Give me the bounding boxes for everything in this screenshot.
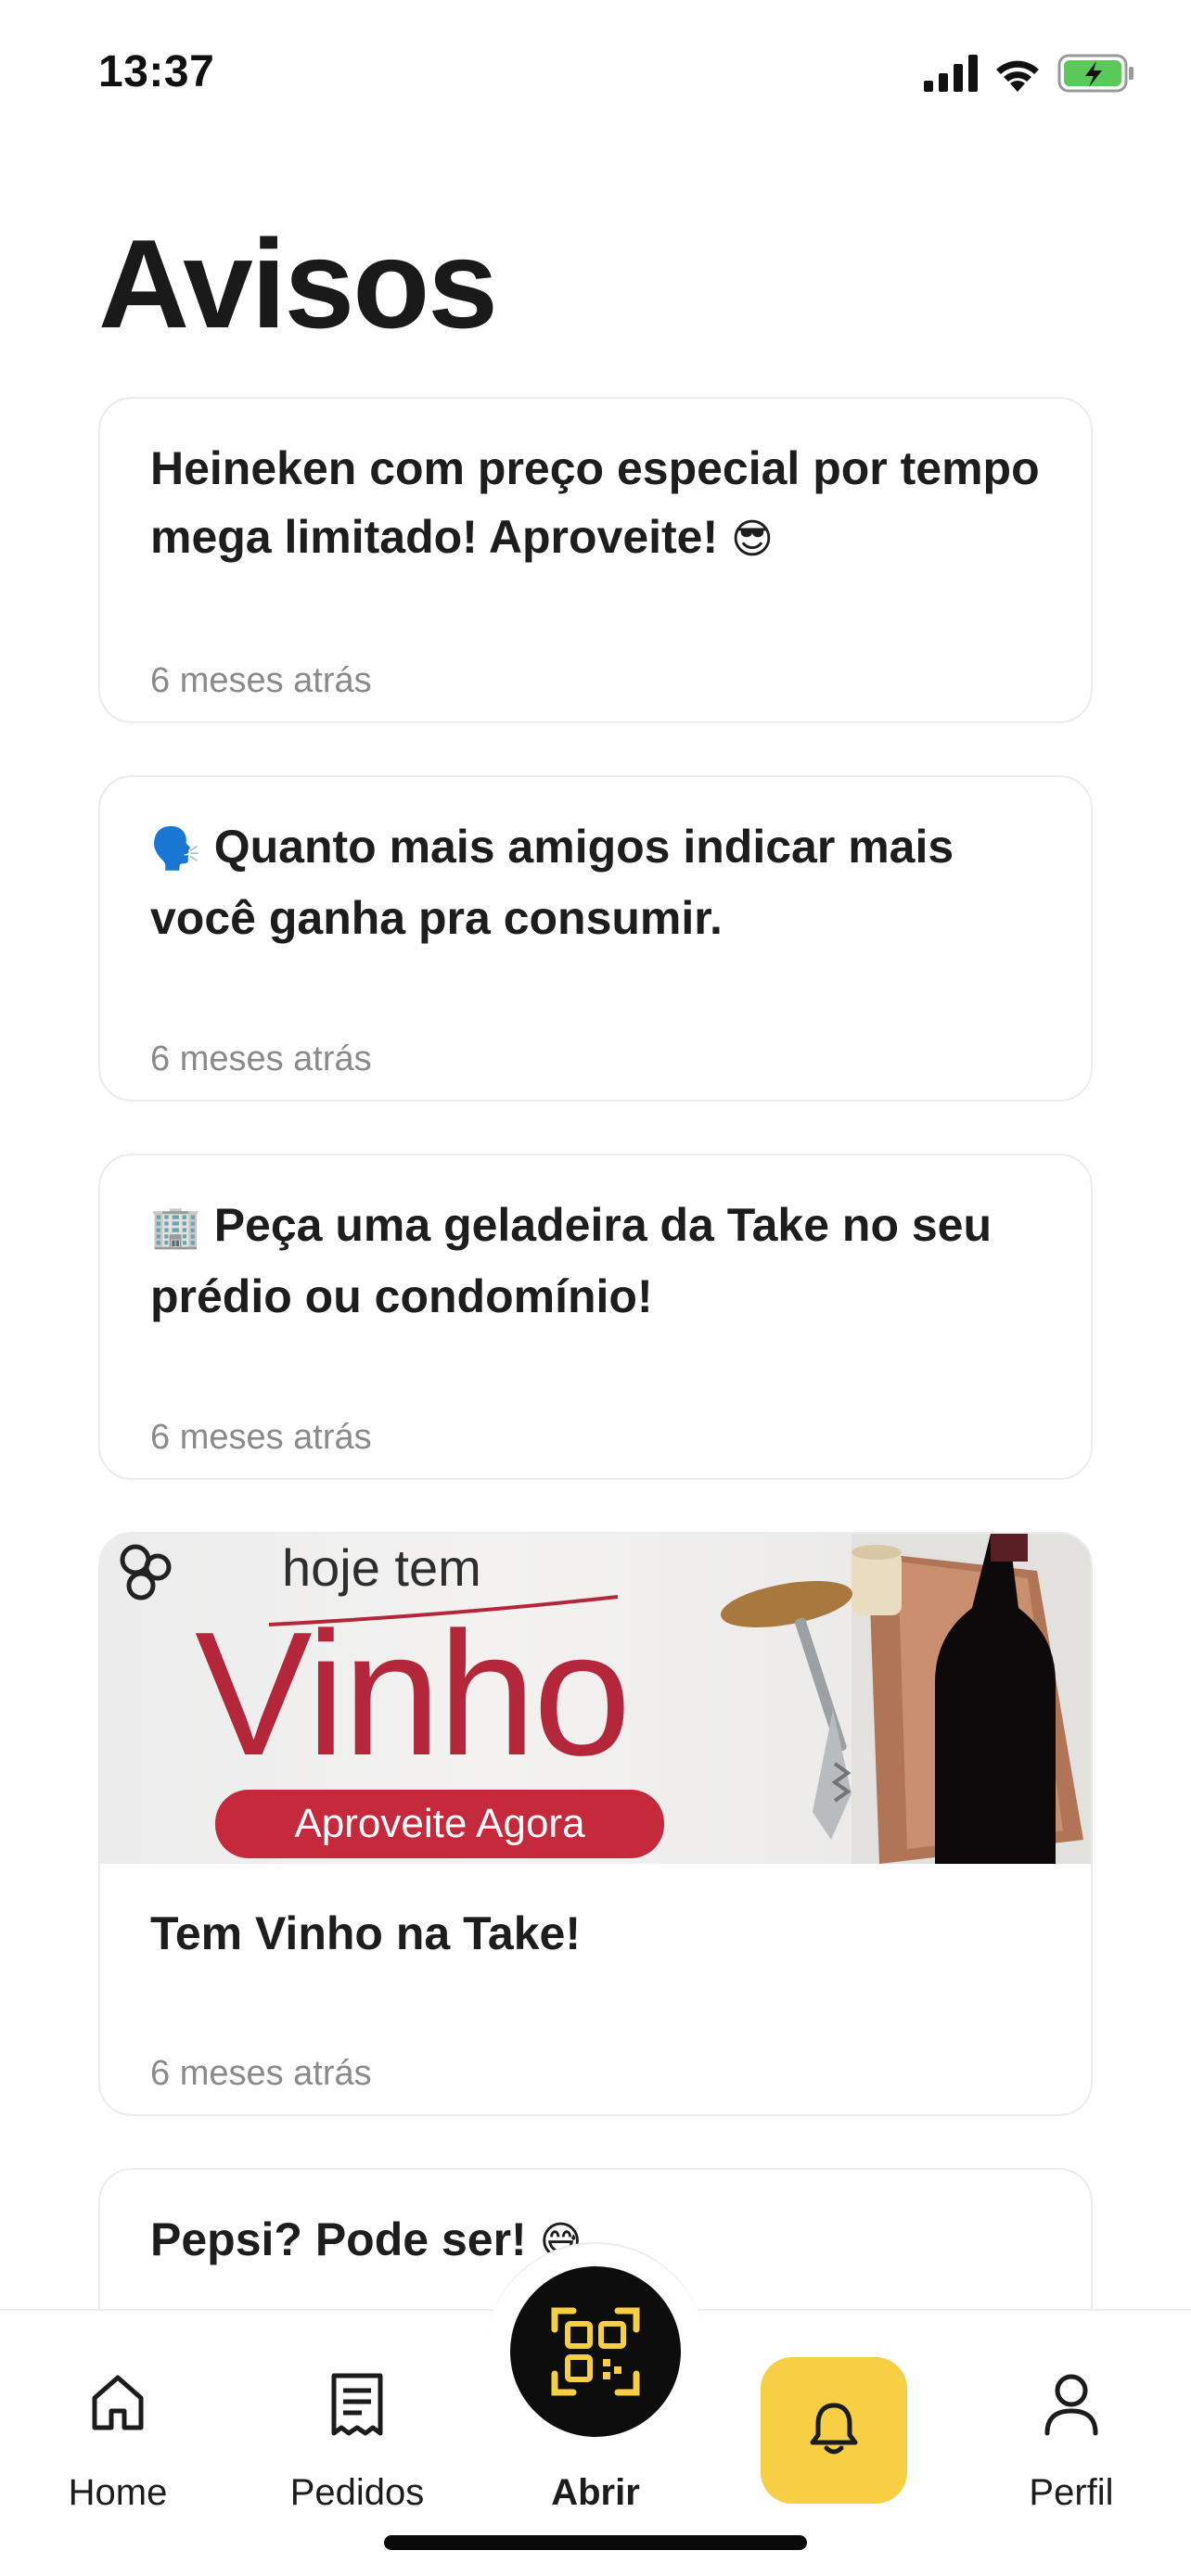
notices-feed[interactable]: Heineken com preço especial por tempo me… bbox=[98, 397, 1093, 2378]
notice-card-with-banner[interactable]: hoje tem Vinho Aproveite Agora Tem Vinho… bbox=[98, 1532, 1093, 2116]
notice-card[interactable]: 🗣️ Quanto mais amigos indicar mais você … bbox=[98, 775, 1093, 1102]
home-indicator[interactable] bbox=[384, 2535, 807, 2550]
person-icon bbox=[1044, 2374, 1098, 2436]
notice-time: 6 meses atrás bbox=[150, 1418, 372, 1457]
banner-cta: Aproveite Agora bbox=[215, 1790, 664, 1858]
notice-time: 6 meses atrás bbox=[150, 2054, 372, 2093]
notice-title: 🗣️ Quanto mais amigos indicar mais você … bbox=[150, 821, 954, 944]
nav-home-label: Home bbox=[68, 2472, 168, 2513]
bell-icon bbox=[810, 2403, 858, 2455]
page-title: Avisos bbox=[98, 213, 498, 354]
notice-time: 6 meses atrás bbox=[150, 1039, 372, 1078]
banner-subtitle: hoje tem bbox=[282, 1538, 481, 1597]
wifi-icon bbox=[996, 60, 1039, 92]
sunglasses-emoji: 😎 bbox=[731, 516, 774, 563]
notice-title: 🏢 Peça uma geladeira da Take no seu préd… bbox=[150, 1199, 992, 1322]
status-icons bbox=[924, 54, 1135, 93]
banner-headline: Vinho bbox=[195, 1596, 632, 1792]
receipt-icon bbox=[331, 2373, 383, 2436]
wine-banner-image: hoje tem Vinho Aproveite Agora bbox=[100, 1534, 1091, 1864]
notice-time: 6 meses atrás bbox=[150, 661, 372, 700]
notice-title: Tem Vinho na Take! bbox=[150, 1907, 581, 1959]
notice-card[interactable]: Heineken com preço especial por tempo me… bbox=[98, 397, 1093, 723]
office-building-emoji: 🏢 bbox=[150, 1204, 201, 1251]
notice-card[interactable]: 🏢 Peça uma geladeira da Take no seu préd… bbox=[98, 1154, 1093, 1480]
battery-charging-icon bbox=[1057, 54, 1133, 93]
status-bar: 13:37 bbox=[0, 0, 1191, 148]
nav-profile[interactable]: Perfil bbox=[979, 2311, 1164, 2576]
qr-code-icon bbox=[551, 2307, 640, 2396]
wine-bottle-corkscrew-illustration bbox=[720, 1534, 1091, 1864]
cellular-signal-icon bbox=[924, 55, 978, 92]
open-scan-button[interactable] bbox=[510, 2266, 681, 2437]
house-icon bbox=[92, 2375, 144, 2430]
brand-logo-icon bbox=[120, 1544, 172, 1600]
notice-title: Heineken com preço especial por tempo me… bbox=[150, 442, 1040, 563]
status-time: 13:37 bbox=[98, 47, 215, 96]
nav-notifications[interactable] bbox=[761, 2357, 907, 2504]
nav-open-label: Abrir bbox=[551, 2472, 640, 2513]
nav-profile-label: Perfil bbox=[1029, 2472, 1114, 2513]
nav-home[interactable]: Home bbox=[25, 2311, 211, 2576]
nav-orders-label: Pedidos bbox=[289, 2472, 425, 2513]
speaking-head-emoji: 🗣️ bbox=[150, 825, 201, 873]
